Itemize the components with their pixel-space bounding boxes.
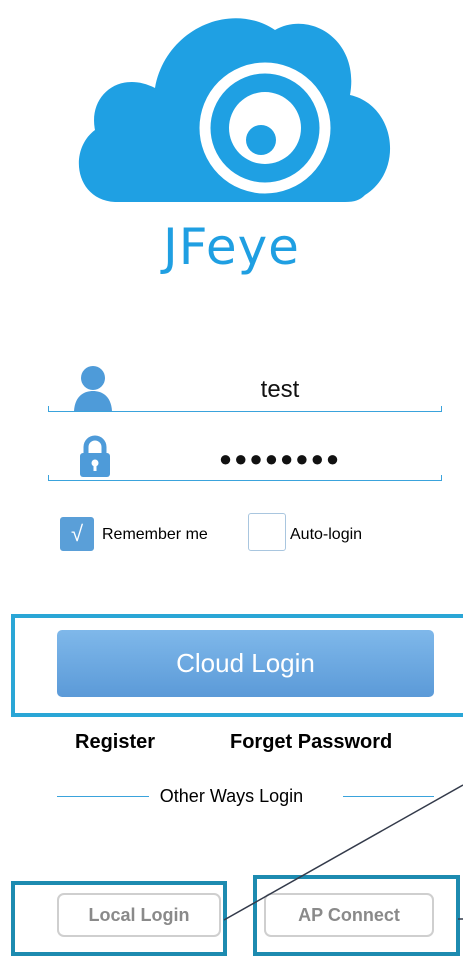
username-underline (48, 406, 442, 412)
local-login-button[interactable]: Local Login (57, 893, 221, 937)
auto-login-checkbox[interactable] (248, 513, 286, 551)
user-icon (74, 366, 112, 411)
password-value[interactable]: ●●●●●●●● (140, 446, 420, 472)
username-value[interactable]: test (140, 376, 420, 404)
ap-connect-button[interactable]: AP Connect (264, 893, 434, 937)
password-field[interactable]: ●●●●●●●● (48, 430, 442, 486)
auto-login-label: Auto-login (290, 526, 363, 543)
brand-name: JFeye (163, 218, 300, 276)
username-field[interactable]: test (48, 362, 442, 418)
cloud-login-button[interactable]: Cloud Login (57, 630, 434, 697)
register-link[interactable]: Register (75, 731, 155, 754)
app-logo-cloud-icon (78, 18, 391, 202)
lock-icon (80, 435, 110, 477)
remember-me-checkbox[interactable]: √ (60, 517, 94, 551)
forget-password-link[interactable]: Forget Password (230, 731, 392, 754)
password-underline (48, 475, 442, 481)
other-ways-title: Other Ways Login (159, 786, 304, 806)
remember-me-label: Remember me (102, 526, 208, 543)
